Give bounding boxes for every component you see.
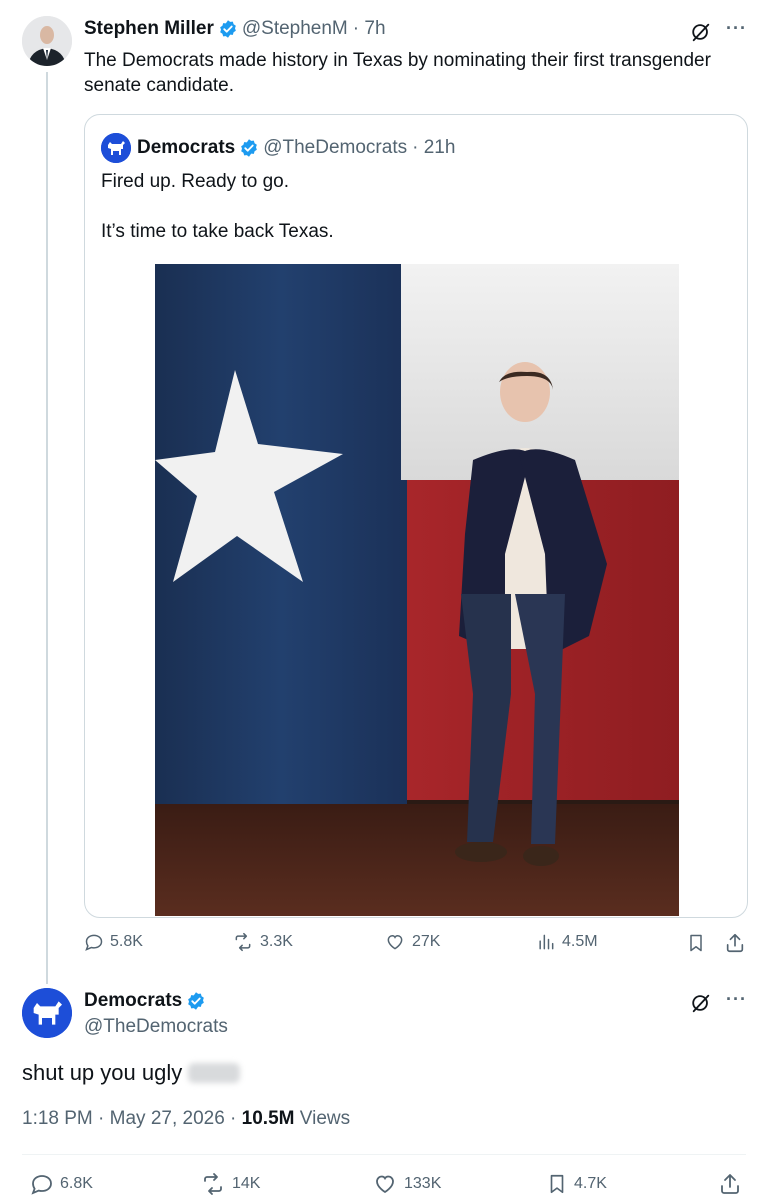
views-button[interactable]: 4.5M [536, 932, 598, 952]
verified-badge-icon [186, 991, 206, 1011]
repost-button[interactable]: 14K [200, 1172, 260, 1196]
reply-author-name[interactable]: Democrats [84, 990, 182, 1012]
share-icon [721, 1174, 739, 1194]
repost-icon [235, 932, 251, 952]
reply-timestamp[interactable]: 1:18 PM · May 27, 2026 · [22, 1108, 236, 1129]
reply-text-content: shut up you ugly [22, 1060, 183, 1085]
democrats-logo-avatar[interactable] [22, 988, 72, 1038]
tweet-action-bar: 5.8K 3.3K 27K 4.5M [0, 932, 768, 962]
repost-button[interactable]: 3.3K [232, 932, 293, 952]
divider [22, 1154, 746, 1155]
grok-icon[interactable] [690, 21, 712, 43]
reply-meta: 1:18 PM · May 27, 2026 · 10.5M Views [22, 1108, 350, 1130]
tweet-time[interactable]: · 7h [353, 18, 386, 40]
reply-icon [31, 1175, 52, 1195]
like-button[interactable]: 27K [384, 932, 440, 952]
reply-author-handle[interactable]: @TheDemocrats [84, 1016, 228, 1038]
bookmark-count: 4.7K [574, 1175, 607, 1192]
repost-count: 14K [232, 1175, 261, 1192]
more-options-icon[interactable]: ··· [726, 989, 747, 1010]
bookmark-button[interactable]: 4.7K [546, 1172, 607, 1196]
reply-button[interactable]: 5.8K [84, 932, 143, 952]
more-options-icon[interactable]: ··· [726, 18, 747, 39]
share-button[interactable] [724, 932, 752, 954]
share-icon [726, 933, 744, 953]
quoted-tweet-text-line1: Fired up. Ready to go. [101, 171, 289, 192]
like-count: 133K [404, 1175, 442, 1192]
quoted-author-handle[interactable]: @TheDemocrats [263, 137, 407, 159]
tweet-header: Stephen Miller @StephenM · 7h [84, 18, 386, 40]
quoted-tweet-time[interactable]: · 21h [412, 137, 455, 159]
bookmark-icon [690, 934, 702, 952]
thread-connector-line [46, 72, 48, 984]
author-handle[interactable]: @StephenM [242, 18, 348, 40]
quoted-tweet-text-line2: It’s time to take back Texas. [101, 221, 334, 242]
repost-icon [204, 1173, 222, 1195]
quoted-author-name[interactable]: Democrats [137, 137, 235, 159]
bookmark-icon [550, 1174, 564, 1194]
reply-action-bar: 6.8K 14K 133K 4.7K [0, 1172, 768, 1197]
quoted-tweet-card[interactable]: Democrats @TheDemocrats · 21h Fired up. … [84, 114, 748, 918]
reply-header: Democrats [84, 990, 210, 1012]
reply-views-count: 10.5M [241, 1108, 295, 1129]
reply-icon [85, 934, 103, 951]
author-name[interactable]: Stephen Miller [84, 18, 214, 40]
tweet-text: The Democrats made history in Texas by n… [84, 50, 711, 96]
quoted-tweet-header: Democrats @TheDemocrats · 21h [101, 133, 455, 163]
author-avatar[interactable] [22, 16, 72, 66]
reply-count: 6.8K [60, 1175, 93, 1192]
like-count: 27K [412, 933, 441, 950]
blurred-word [188, 1063, 241, 1083]
like-button[interactable]: 133K [372, 1172, 441, 1196]
verified-badge-icon [239, 138, 259, 158]
repost-count: 3.3K [260, 933, 293, 950]
quoted-tweet-photo[interactable] [155, 264, 679, 916]
like-heart-icon [387, 934, 403, 950]
grok-icon[interactable] [690, 992, 712, 1014]
bookmark-button[interactable] [686, 932, 712, 954]
verified-badge-icon [218, 19, 238, 39]
like-heart-icon [376, 1175, 394, 1194]
views-count: 4.5M [562, 933, 598, 950]
reply-button[interactable]: 6.8K [30, 1172, 93, 1196]
reply-count: 5.8K [110, 933, 143, 950]
democrats-logo-avatar[interactable] [101, 133, 131, 163]
share-button[interactable] [718, 1172, 748, 1196]
reply-views-label: Views [299, 1108, 351, 1129]
views-chart-icon [539, 934, 554, 950]
reply-text: shut up you ugly [22, 1060, 241, 1086]
